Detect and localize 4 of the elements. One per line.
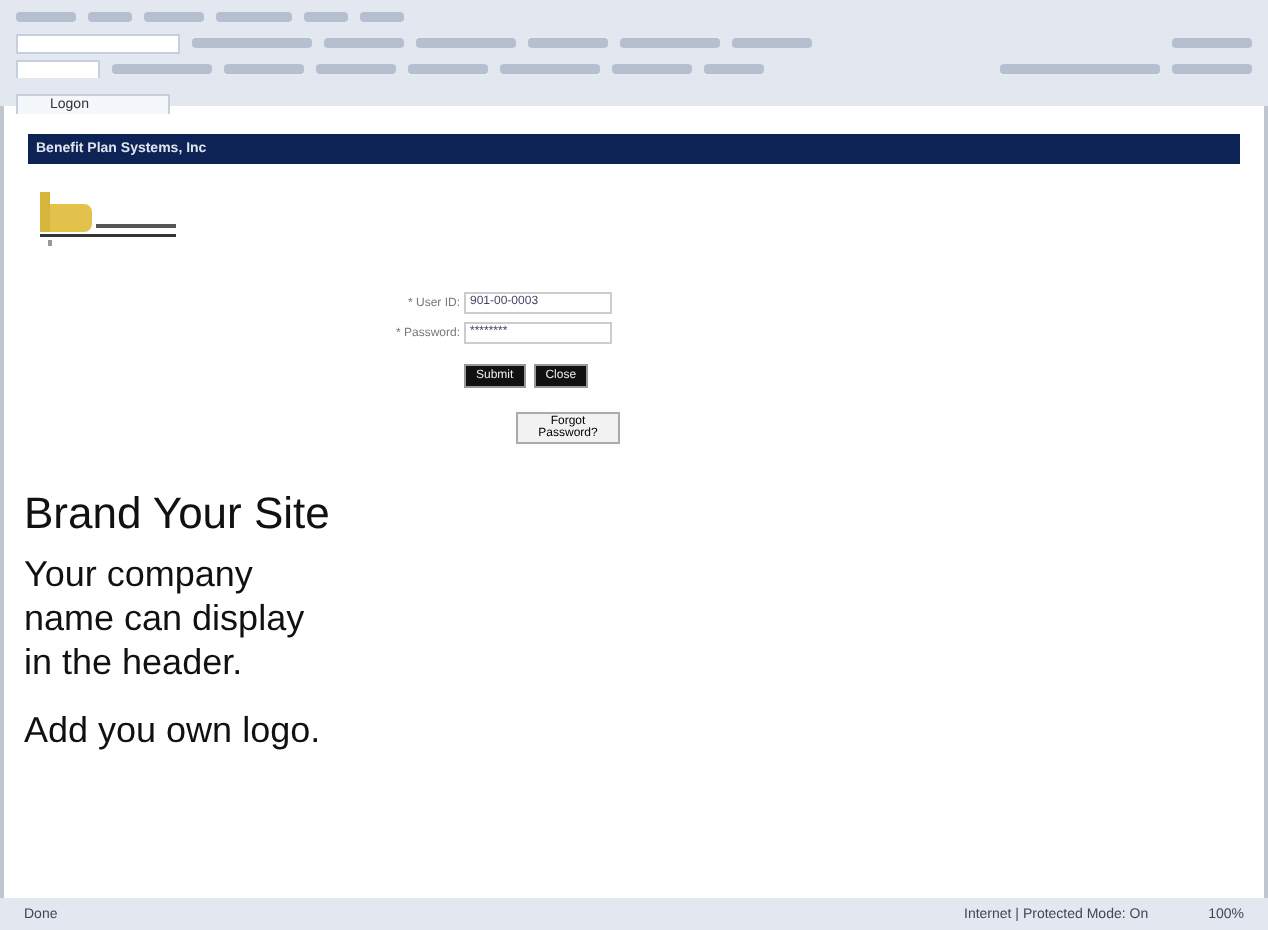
overlay-note: Add you own logo. bbox=[24, 708, 323, 752]
overlay-title: Brand Your Site bbox=[24, 488, 332, 540]
logo-drawing bbox=[36, 188, 180, 248]
overlay-text: Your company name can display in the header. bbox=[24, 552, 307, 684]
